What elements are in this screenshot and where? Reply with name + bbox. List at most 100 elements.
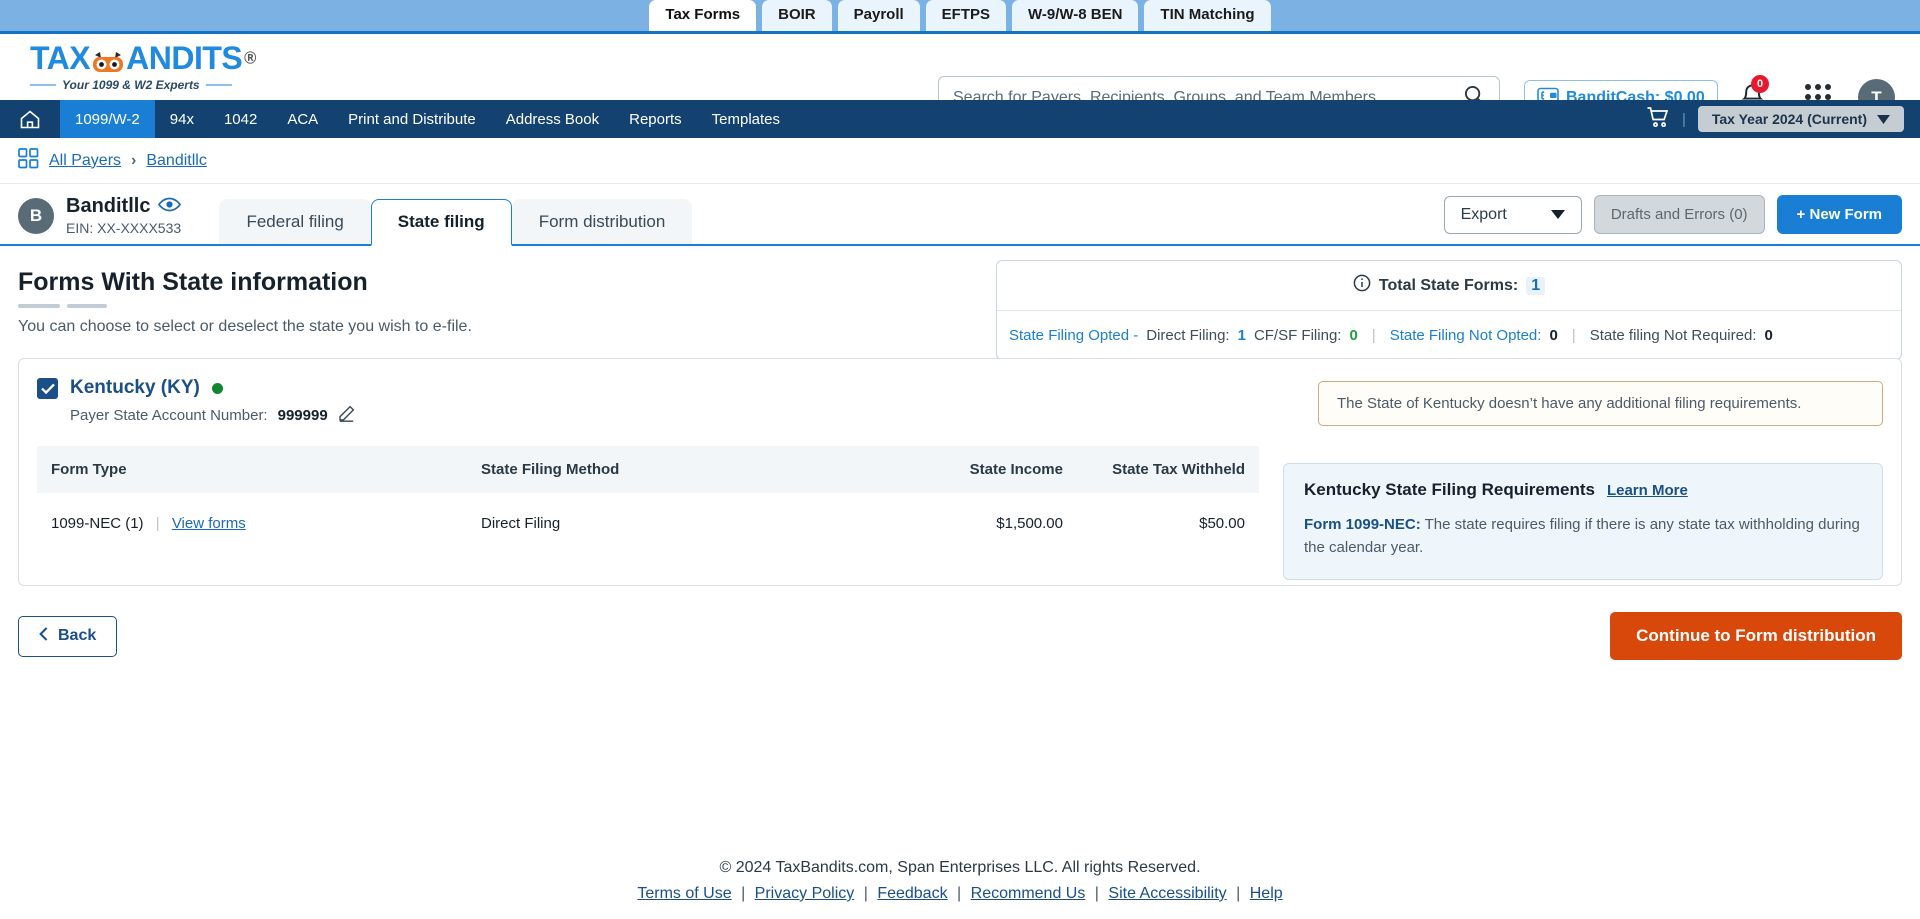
apps-grid-icon[interactable] bbox=[18, 147, 39, 174]
nav-item-94x[interactable]: 94x bbox=[155, 100, 209, 138]
table-body: 1099-NEC (1) | View forms Direct Filing … bbox=[37, 493, 1259, 554]
footer-link-terms-of-use[interactable]: Terms of Use bbox=[637, 885, 731, 902]
direct-filing-label: Direct Filing: bbox=[1146, 326, 1230, 344]
payer-avatar: B bbox=[18, 197, 54, 234]
notification-badge: 0 bbox=[1751, 75, 1769, 93]
requirements-form-label: Form 1099-NEC: bbox=[1304, 516, 1421, 533]
state-checkbox[interactable] bbox=[37, 377, 58, 399]
footer-link-help[interactable]: Help bbox=[1250, 885, 1283, 902]
footer-sep-3: | bbox=[957, 885, 962, 902]
nav-home-button[interactable] bbox=[0, 100, 60, 138]
cfsf-filing-label: CF/SF Filing: bbox=[1253, 326, 1342, 344]
product-tab-eftps[interactable]: EFTPS bbox=[925, 0, 1007, 31]
breadcrumb-all-payers[interactable]: All Payers bbox=[49, 152, 121, 170]
cell-divider: | bbox=[155, 515, 160, 532]
chevron-down-icon bbox=[1550, 206, 1565, 224]
footer-link-feedback[interactable]: Feedback bbox=[877, 885, 947, 902]
tagline-rule-right bbox=[205, 84, 232, 86]
footer-sep-5: | bbox=[1236, 885, 1241, 902]
logo-tagline-text: Your 1099 & W2 Experts bbox=[62, 78, 200, 92]
tax-year-label: Tax Year 2024 (Current) bbox=[1711, 111, 1867, 127]
payer-header-row: B Banditllc EIN: XX-XXXX533 Federal fili… bbox=[0, 184, 1920, 246]
plus-icon: + bbox=[1796, 206, 1806, 223]
product-tab-boir[interactable]: BOIR bbox=[762, 0, 832, 31]
payer-state-account-label: Payer State Account Number: bbox=[70, 407, 268, 424]
footer-link-privacy-policy[interactable]: Privacy Policy bbox=[755, 885, 855, 902]
summary-divider-2: | bbox=[1571, 326, 1576, 344]
tab-form-distribution[interactable]: Form distribution bbox=[511, 199, 693, 244]
state-name[interactable]: Kentucky (KY) bbox=[70, 377, 200, 399]
nav-item-address-book[interactable]: Address Book bbox=[491, 100, 614, 138]
table-header-row: Form Type State Filing Method State Inco… bbox=[37, 446, 1259, 493]
export-button[interactable]: Export bbox=[1443, 195, 1582, 234]
nav-item-1099-w2[interactable]: 1099/W-2 bbox=[60, 100, 155, 138]
bottom-actions: Back Continue to Form distribution bbox=[18, 612, 1902, 660]
taxbandits-logo[interactable]: TAX ANDITS Ⓡ Your 1099 & W2 Experts bbox=[30, 42, 256, 92]
state-note-banner: The State of Kentucky doesn’t have any a… bbox=[1318, 381, 1883, 426]
payer-state-account-value: 999999 bbox=[277, 407, 328, 424]
breadcrumb-separator: › bbox=[131, 151, 137, 169]
product-tab-payroll[interactable]: Payroll bbox=[837, 0, 920, 31]
filing-tabs: Federal filing State filing Form distrib… bbox=[219, 199, 693, 246]
logo-wordmark: TAX ANDITS Ⓡ bbox=[30, 42, 256, 74]
cell-form-type: 1099-NEC (1) | View forms bbox=[37, 493, 467, 554]
cfsf-filing-value: 0 bbox=[1349, 326, 1358, 344]
state-filing-not-opted-label[interactable]: State Filing Not Opted: bbox=[1390, 327, 1542, 344]
eye-icon[interactable] bbox=[158, 195, 182, 218]
new-form-button[interactable]: + New Form bbox=[1776, 195, 1902, 234]
tax-year-selector[interactable]: Tax Year 2024 (Current) bbox=[1697, 106, 1904, 132]
back-button[interactable]: Back bbox=[18, 615, 118, 657]
direct-filing-value: 1 bbox=[1237, 326, 1246, 344]
requirements-title: Kentucky State Filing Requirements bbox=[1304, 480, 1595, 499]
trademark-symbol: Ⓡ bbox=[244, 51, 256, 65]
payer-identity: B Banditllc EIN: XX-XXXX533 bbox=[18, 195, 182, 244]
product-tab-w9-w8ben[interactable]: W-9/W-8 BEN bbox=[1012, 0, 1139, 31]
state-forms-summary: Total State Forms: 1 State Filing Opted … bbox=[996, 260, 1902, 360]
state-filing-not-required-value: 0 bbox=[1764, 326, 1773, 344]
state-filing-opted-label[interactable]: State Filing Opted - bbox=[1009, 327, 1138, 344]
breadcrumb: All Payers › Banditllc bbox=[0, 138, 1920, 184]
footer-link-recommend-us[interactable]: Recommend Us bbox=[971, 885, 1086, 902]
tagline-rule-left bbox=[30, 84, 56, 86]
requirements-title-row: Kentucky State Filing Requirements Learn… bbox=[1304, 480, 1862, 500]
continue-to-form-distribution-button[interactable]: Continue to Form distribution bbox=[1610, 612, 1902, 660]
cell-state-tax-withheld: $50.00 bbox=[1199, 515, 1245, 532]
nav-item-print-and-distribute[interactable]: Print and Distribute bbox=[333, 100, 491, 138]
nav-item-aca[interactable]: ACA bbox=[272, 100, 333, 138]
check-icon bbox=[40, 383, 55, 394]
footer-link-site-accessibility[interactable]: Site Accessibility bbox=[1108, 885, 1226, 902]
breadcrumb-banditllc[interactable]: Banditllc bbox=[146, 152, 206, 170]
cart-icon[interactable] bbox=[1646, 106, 1670, 132]
table-head: Form Type State Filing Method State Inco… bbox=[37, 446, 1259, 493]
footer-sep-1: | bbox=[741, 885, 746, 902]
tab-state-filing[interactable]: State filing bbox=[370, 199, 512, 246]
table-row: 1099-NEC (1) | View forms Direct Filing … bbox=[37, 493, 1259, 554]
state-card-kentucky: Kentucky (KY) Payer State Account Number… bbox=[18, 358, 1902, 586]
product-tab-tax-forms[interactable]: Tax Forms bbox=[649, 0, 757, 31]
state-filing-not-required-label: State filing Not Required: bbox=[1589, 326, 1757, 344]
pencil-icon[interactable] bbox=[338, 405, 355, 426]
learn-more-link[interactable]: Learn More bbox=[1607, 482, 1688, 499]
state-note-text: The State of Kentucky doesn’t have any a… bbox=[1337, 395, 1802, 412]
nav-separator: | bbox=[1681, 110, 1686, 128]
home-icon bbox=[20, 109, 40, 128]
payer-ein: EIN: XX-XXXX533 bbox=[66, 220, 182, 236]
drafts-and-errors-button[interactable]: Drafts and Errors (0) bbox=[1593, 195, 1765, 234]
logo-text-tax: TAX bbox=[30, 40, 91, 76]
info-icon[interactable] bbox=[1353, 274, 1371, 297]
new-form-label: New Form bbox=[1809, 206, 1882, 223]
summary-total-row: Total State Forms: 1 bbox=[997, 261, 1901, 311]
page-footer: © 2024 TaxBandits.com, Span Enterprises … bbox=[0, 859, 1920, 919]
nav-item-templates[interactable]: Templates bbox=[697, 100, 795, 138]
col-state-income: State Income bbox=[887, 446, 1077, 493]
back-label: Back bbox=[58, 627, 97, 644]
footer-sep-4: | bbox=[1094, 885, 1099, 902]
payer-name-text: Banditllc bbox=[66, 195, 151, 217]
view-forms-link[interactable]: View forms bbox=[172, 515, 246, 532]
nav-item-1042[interactable]: 1042 bbox=[209, 100, 272, 138]
tab-federal-filing[interactable]: Federal filing bbox=[219, 199, 371, 244]
col-state-tax-withheld: State Tax Withheld bbox=[1077, 446, 1259, 493]
state-forms-table: Form Type State Filing Method State Inco… bbox=[37, 446, 1259, 554]
nav-item-reports[interactable]: Reports bbox=[614, 100, 697, 138]
product-tab-tin-matching[interactable]: TIN Matching bbox=[1144, 0, 1271, 31]
